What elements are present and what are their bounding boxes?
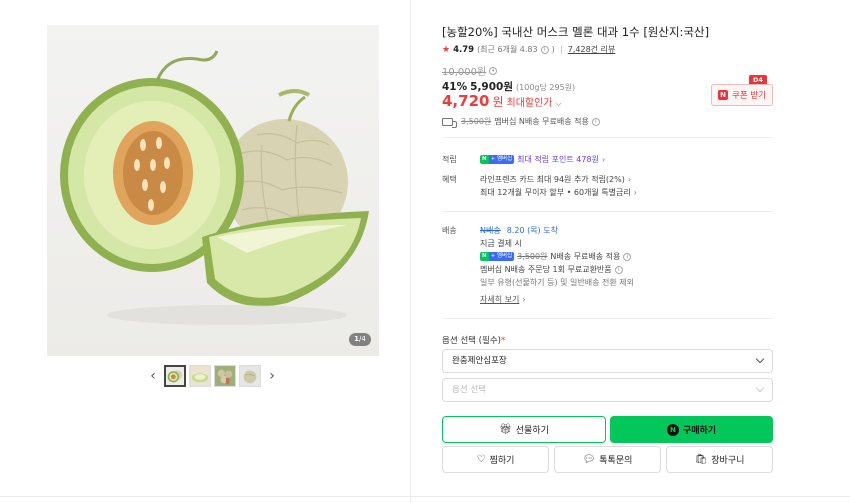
max-discount-price: 4,720	[442, 92, 490, 110]
divider	[442, 318, 773, 319]
thumbnail-1[interactable]	[164, 365, 186, 387]
chevron-right-icon: ›	[633, 188, 637, 197]
cart-button[interactable]: 🛍︎ 장바구니	[666, 446, 773, 473]
star-icon: ★	[442, 44, 451, 55]
delivery-fee-text: N배송 무료배송 적용	[550, 252, 621, 261]
points-row[interactable]: N + 멤버십 최대 적립 포인트 478원 ›	[480, 154, 605, 165]
rating-score: 4.79	[453, 44, 475, 55]
option-select-1[interactable]: 완충제안심포장	[442, 349, 773, 373]
info-icon[interactable]: i	[614, 265, 623, 274]
benefit-line-2[interactable]: 최대 12개월 무이자 할부 • 60개월 특별금리 ›	[480, 187, 637, 198]
chevron-right-icon: ›	[627, 175, 632, 184]
delivery-note: 일부 유형(선물하기 등) 및 일반배송 전환 제외	[480, 278, 634, 287]
delivery-label: 배송	[442, 226, 457, 235]
divider	[442, 211, 773, 212]
won-unit: 원	[492, 95, 504, 109]
benefit-line-1[interactable]: 라인프렌즈 카드 최대 94원 추가 적립(2%) ›	[480, 174, 631, 185]
benefit-label: 혜택	[442, 175, 457, 184]
thumbnail-3[interactable]	[214, 365, 236, 387]
chevron-down-icon	[755, 354, 765, 364]
talk-inquiry-button[interactable]: 💬︎ 톡톡문의	[554, 446, 661, 473]
shipping-original-fee: 3,500원	[461, 117, 492, 126]
membership-badge: N + 멤버십	[480, 252, 515, 261]
delivery-fee-row: N + 멤버십 3,500원 N배송 무료배송 적용 i	[480, 251, 632, 262]
column-divider	[410, 0, 411, 503]
image-counter: 1/4	[349, 333, 371, 346]
info-icon[interactable]: i	[623, 252, 632, 261]
bottom-divider	[0, 496, 850, 497]
info-icon[interactable]: i	[540, 45, 549, 54]
option-select-2[interactable]: 옵션 선택	[442, 378, 773, 402]
coupon-button[interactable]: N 쿠폰 받기	[711, 84, 773, 106]
rating-row: ★ 4.79 (최근 6개월 4.83 i) 7,428건 리뷰	[442, 44, 616, 55]
gift-button[interactable]: 🎁︎ 선물하기	[442, 416, 606, 443]
arrival-date: 8.20 (목) 도착	[506, 226, 558, 235]
separator	[560, 45, 562, 54]
original-price: 10,000원	[442, 67, 487, 78]
heart-icon: ♡	[476, 454, 486, 465]
thumbnail-4[interactable]	[239, 365, 261, 387]
naver-n-icon: N	[718, 90, 728, 100]
delivery-original-fee: 3,500원	[517, 252, 548, 261]
points-label: 적립	[442, 155, 457, 164]
chat-icon: 💬︎	[582, 454, 596, 465]
gift-icon: 🎁︎	[499, 424, 512, 435]
chevron-down-icon: ⌵	[555, 99, 562, 108]
naver-pay-icon: N	[666, 423, 679, 436]
product-title: [농할20%] 국내산 머스크 멜론 대과 1수 [원산지:국산]	[442, 25, 710, 39]
truck-icon	[442, 117, 457, 128]
n-delivery-tag: N배송	[480, 226, 501, 235]
max-discount-label: 최대할인가	[506, 98, 553, 109]
chevron-right-icon: ›	[601, 155, 606, 164]
product-page: 1/4 ‹ › [농할20%] 국내산 머스크 멜론 대과 1수 [원산지:국산…	[0, 0, 850, 503]
pay-note: 지금 결제 시	[480, 239, 522, 248]
chevron-right-icon[interactable]: ›	[265, 367, 279, 385]
chevron-right-icon: ›	[522, 295, 526, 304]
points-text: 최대 적립 포인트 478원	[517, 155, 599, 164]
coupon-label: 쿠폰 받기	[732, 91, 766, 101]
membership-badge: N + 멤버십	[480, 155, 515, 164]
exchange-row: 멤버십 N배송 주문당 1회 무료교환반품 i	[480, 264, 623, 275]
buy-button[interactable]: N 구매하기	[610, 416, 773, 443]
wishlist-button[interactable]: ♡ 찜하기	[442, 446, 549, 473]
required-mark: *	[500, 336, 506, 346]
review-count-link[interactable]: 7,428건 리뷰	[568, 44, 616, 55]
chevron-left-icon[interactable]: ‹	[146, 367, 160, 385]
thumbnail-strip	[164, 365, 261, 387]
cart-icon: 🛍︎	[694, 454, 708, 465]
original-price-row: 10,000원 i	[442, 63, 773, 78]
shipping-summary: 3,500원 멤버십 N배송 무료배송 적용 i	[442, 116, 773, 128]
rating-recent: (최근 6개월 4.83	[477, 45, 538, 54]
thumbnail-2[interactable]	[189, 365, 211, 387]
shipping-summary-text: 멤버십 N배송 무료배송 적용	[494, 117, 589, 126]
chevron-down-icon	[755, 383, 765, 393]
product-main-image[interactable]	[47, 25, 379, 356]
divider	[442, 137, 773, 138]
delivery-more-link[interactable]: 자세히 보기 ›	[480, 294, 526, 305]
delivery-arrival-row: N배송 8.20 (목) 도착	[480, 225, 558, 236]
option-label: 옵션 선택 (필수)*	[442, 336, 506, 346]
info-icon[interactable]: i	[489, 66, 498, 75]
info-icon[interactable]: i	[591, 117, 600, 126]
